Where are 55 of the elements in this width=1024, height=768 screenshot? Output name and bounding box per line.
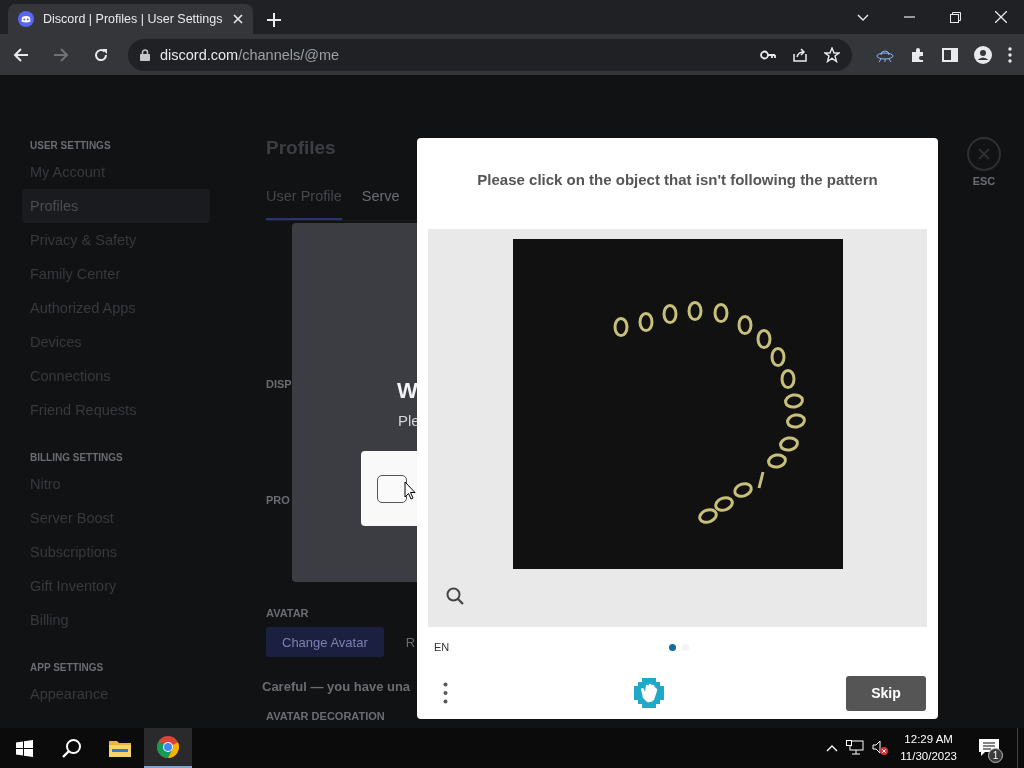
change-avatar-button[interactable]: Change Avatar [266,627,384,657]
url-text: discord.com/channels/@me [160,46,341,63]
star-icon[interactable] [824,46,840,63]
checkbox[interactable] [377,474,407,503]
new-tab-icon[interactable] [267,13,281,27]
close-icon[interactable] [995,11,1007,23]
address-bar[interactable]: discord.com/channels/@me [128,38,852,71]
restore-icon[interactable] [949,11,961,23]
side-panel-icon[interactable] [942,46,958,63]
tab-title: Discord | Profiles | User Settings [43,12,224,26]
notification-count: 1 [988,748,1003,763]
folder-icon [109,739,131,757]
puzzle-piece-icon[interactable] [910,46,926,63]
search-icon[interactable] [62,738,82,758]
field-label: AVATAR DECORATION [266,710,386,722]
profile-icon[interactable] [974,45,992,64]
network-icon[interactable] [846,740,865,756]
clock-time: 12:29 AM [904,732,953,747]
dialog-title: W [397,378,417,405]
section-header: BILLING SETTINGS [29,451,124,465]
field-label: AVATAR [266,607,310,619]
close-icon[interactable] [233,14,243,24]
windows-logo-icon[interactable] [15,739,33,757]
hand-logo-icon[interactable] [632,676,666,711]
search-icon[interactable] [446,586,464,605]
section-header: USER SETTINGS [29,139,112,153]
reload-icon[interactable] [93,46,109,63]
notification-center-button[interactable]: 1 [969,728,1009,768]
more-menu-icon [443,682,448,705]
profile-tab[interactable]: Serve [361,188,400,220]
section-header: APP SETTINGS [29,661,105,675]
field-label: DISP [266,378,293,390]
chrome-logo-icon [157,736,179,758]
game-controller-icon [18,11,34,27]
skip-button[interactable]: Skip [846,675,926,711]
unsaved-notice: Careful — you have una [262,679,411,694]
challenge-image[interactable] [512,238,843,569]
clock[interactable]: 12:29 AM 11/30/2023 [896,731,961,765]
lock-icon [140,48,150,61]
forward-arrow-icon[interactable] [53,46,69,63]
clock-date: 11/30/2023 [900,749,957,764]
close-icon [978,148,990,160]
browser-tab[interactable]: Discord | Profiles | User Settings [8,4,253,34]
esc-label: ESC [972,175,996,187]
taskbar-app[interactable] [144,728,192,768]
remove-link[interactable]: R [405,634,416,650]
tab-search-icon[interactable] [857,12,869,22]
back-arrow-icon[interactable] [13,46,29,63]
chevron-up-icon[interactable] [826,744,839,752]
language-selector[interactable]: EN [434,641,450,654]
volume-muted-icon[interactable] [872,740,889,756]
more-menu-icon[interactable] [1008,46,1012,63]
field-label: PRO [266,494,291,506]
captcha-prompt: Please click on the object that isn't following the pattern [476,170,879,190]
share-icon[interactable] [792,46,808,63]
